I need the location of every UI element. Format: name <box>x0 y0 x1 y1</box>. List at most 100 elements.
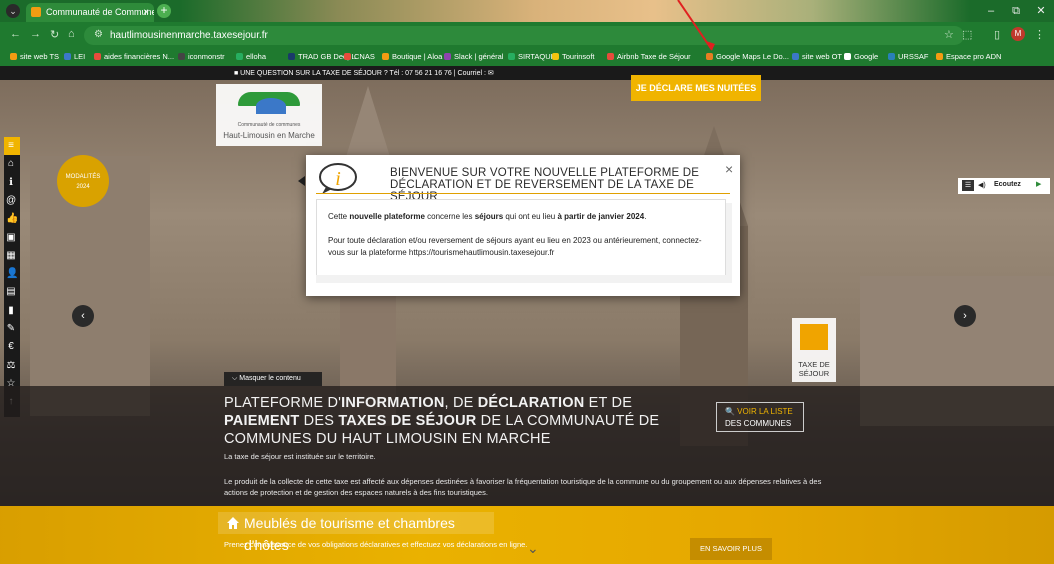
intro-paragraph: La taxe de séjour est instituée sur le t… <box>224 452 376 461</box>
forward-arrow-icon[interactable]: → <box>30 28 41 40</box>
bookmark-favicon-icon <box>288 53 295 60</box>
sidebar-icon[interactable]: ▦ <box>6 250 16 261</box>
sidebar-icon[interactable]: ⚖ <box>6 360 16 371</box>
svg-text:i: i <box>335 168 341 190</box>
bookmark-label: Espace pro ADN <box>946 52 1002 61</box>
sidebar-icon[interactable]: ▮ <box>6 305 16 316</box>
view-communes-button[interactable]: 🔍 VOIR LA LISTE DES COMMUNES <box>716 402 804 432</box>
taxe-badge-text: TAXE DE SÉJOUR <box>798 360 830 378</box>
carousel-prev-small-icon[interactable] <box>298 176 305 186</box>
bookmark-label: URSSAF <box>898 52 929 61</box>
sidebar-icon[interactable]: ≡ <box>6 140 16 151</box>
sidebar-icon[interactable]: € <box>6 341 16 352</box>
annotation-arrow-icon <box>677 0 715 51</box>
bookmark-label: Boutique | Aloa <box>392 52 443 61</box>
headline-segment: PAIEMENT <box>224 413 300 429</box>
sidebar-icon[interactable]: 👤 <box>6 268 18 279</box>
carousel-prev-button[interactable]: ‹ <box>72 305 94 327</box>
bookmark-label: site web OT <box>802 52 843 61</box>
tab-strip-theme-image <box>180 0 970 22</box>
logo-title: Haut-Limousin en Marche <box>223 131 315 140</box>
declare-nights-button[interactable]: JE DÉCLARE MES NUITÉES <box>631 75 761 101</box>
bookmark-label: LEI <box>74 52 86 61</box>
url-text[interactable]: hautlimousinenmarche.taxesejour.fr <box>110 30 268 41</box>
bookmark-favicon-icon <box>508 53 515 60</box>
site-logo[interactable]: Communauté de communes Haut-Limousin en … <box>216 84 322 146</box>
bookmark-item[interactable]: site web TS <box>10 52 59 61</box>
bookmark-favicon-icon <box>844 53 851 60</box>
bookmark-item[interactable]: Tourinsoft <box>552 52 595 61</box>
modalites-label: MODALITÉS <box>65 174 101 180</box>
bookmark-label: aides financières N... <box>104 52 175 61</box>
home-icon <box>227 517 239 529</box>
modal-horizontal-scrollbar[interactable] <box>316 275 726 283</box>
tab-close-icon[interactable]: × <box>143 3 149 22</box>
bookmark-favicon-icon <box>94 53 101 60</box>
tab-search-icon[interactable]: ⌄ <box>6 4 20 18</box>
logo-blue-shape <box>256 98 286 114</box>
back-arrow-icon[interactable]: ← <box>10 28 21 40</box>
bookmark-star-icon[interactable]: ☆ <box>944 28 954 41</box>
bookmark-item[interactable]: Google <box>844 52 878 61</box>
menu-icon[interactable]: ☰ <box>962 180 974 191</box>
bookmark-favicon-icon <box>178 53 185 60</box>
headline-segment: DÉCLARATION <box>477 395 585 411</box>
reload-icon[interactable]: ↻ <box>50 28 59 41</box>
play-icon[interactable]: ▶ <box>1036 180 1041 188</box>
info-bar <box>0 66 1054 80</box>
browser-tab-active[interactable]: Communauté de Communes d × <box>26 3 154 22</box>
new-tab-button[interactable]: + <box>157 4 171 18</box>
bookmark-item[interactable]: URSSAF <box>888 52 928 61</box>
minimize-button[interactable]: – <box>980 2 1002 20</box>
logo-subtitle: Communauté de communes <box>237 122 301 128</box>
profile-avatar[interactable]: M <box>1011 27 1025 41</box>
headline-segment: DES <box>299 413 339 429</box>
bookmark-item[interactable]: elloha <box>236 52 266 61</box>
site-info-icon[interactable]: ⚙ <box>94 29 103 40</box>
side-panel-icon[interactable]: ▯ <box>994 28 1000 41</box>
bookmark-item[interactable]: Slack | général <box>444 52 503 61</box>
extensions-icon[interactable]: ⬚ <box>962 28 972 41</box>
sidebar-icon[interactable]: @ <box>6 195 16 206</box>
purpose-paragraph: Le produit de la collecte de cette taxe … <box>224 477 822 497</box>
welcome-modal: i BIENVENUE SUR VOTRE NOUVELLE PLATEFORM… <box>306 155 740 296</box>
browser-menu-icon[interactable]: ⋮ <box>1034 28 1045 41</box>
bookmark-favicon-icon <box>64 53 71 60</box>
bookmark-item[interactable]: Boutique | Aloa <box>382 52 442 61</box>
view-communes-line2: DES COMMUNES <box>725 419 792 428</box>
sidebar-icon[interactable]: 👍 <box>6 213 18 224</box>
bookmark-item[interactable]: aides financières N... <box>94 52 174 61</box>
bookmark-label: Tourinsoft <box>562 52 595 61</box>
bookmark-favicon-icon <box>382 53 389 60</box>
speaker-icon: ◀) <box>978 182 986 189</box>
carousel-next-button[interactable]: › <box>954 305 976 327</box>
bookmark-item[interactable]: LEI <box>64 52 85 61</box>
sidebar-icon[interactable]: ✎ <box>6 323 16 334</box>
close-window-button[interactable]: ✕ <box>1030 2 1052 20</box>
headline-segment: , DE <box>444 395 478 411</box>
bookmark-favicon-icon <box>344 53 351 60</box>
sidebar-icon[interactable]: ▤ <box>6 286 16 297</box>
bookmark-favicon-icon <box>607 53 614 60</box>
maximize-button[interactable]: ⧉ <box>1005 2 1027 20</box>
bookmark-favicon-icon <box>552 53 559 60</box>
sidebar-icon[interactable]: ⌂ <box>6 158 16 169</box>
bookmark-item[interactable]: site web OT <box>792 52 842 61</box>
modalites-badge[interactable]: MODALITÉS 2024 <box>57 155 109 207</box>
modalites-year: 2024 <box>76 184 90 190</box>
modal-close-icon[interactable]: × <box>725 161 733 177</box>
sidebar-icon[interactable]: ℹ <box>6 177 16 188</box>
modal-title: BIENVENUE SUR VOTRE NOUVELLE PLATEFORME … <box>390 167 700 203</box>
bookmark-item[interactable]: CNAS <box>344 52 375 61</box>
home-icon[interactable]: ⌂ <box>68 28 75 40</box>
modal-vertical-scrollbar[interactable] <box>726 203 732 283</box>
scroll-down-chevron-icon[interactable]: ⌄ <box>527 540 539 557</box>
bookmark-item[interactable]: Espace pro ADN <box>936 52 1001 61</box>
readspeaker-widget[interactable]: ☰ ◀) Ecoutez ▶ <box>958 178 1050 194</box>
hide-content-button[interactable]: ⌵ Masquer le contenu <box>224 372 322 386</box>
sidebar-icon[interactable]: ▣ <box>6 232 16 243</box>
learn-more-button[interactable]: EN SAVOIR PLUS <box>690 538 772 560</box>
bookmark-item[interactable]: SIRTAQUI <box>508 52 553 61</box>
bookmark-favicon-icon <box>236 53 243 60</box>
bookmark-item[interactable]: iconmonstr <box>178 52 225 61</box>
